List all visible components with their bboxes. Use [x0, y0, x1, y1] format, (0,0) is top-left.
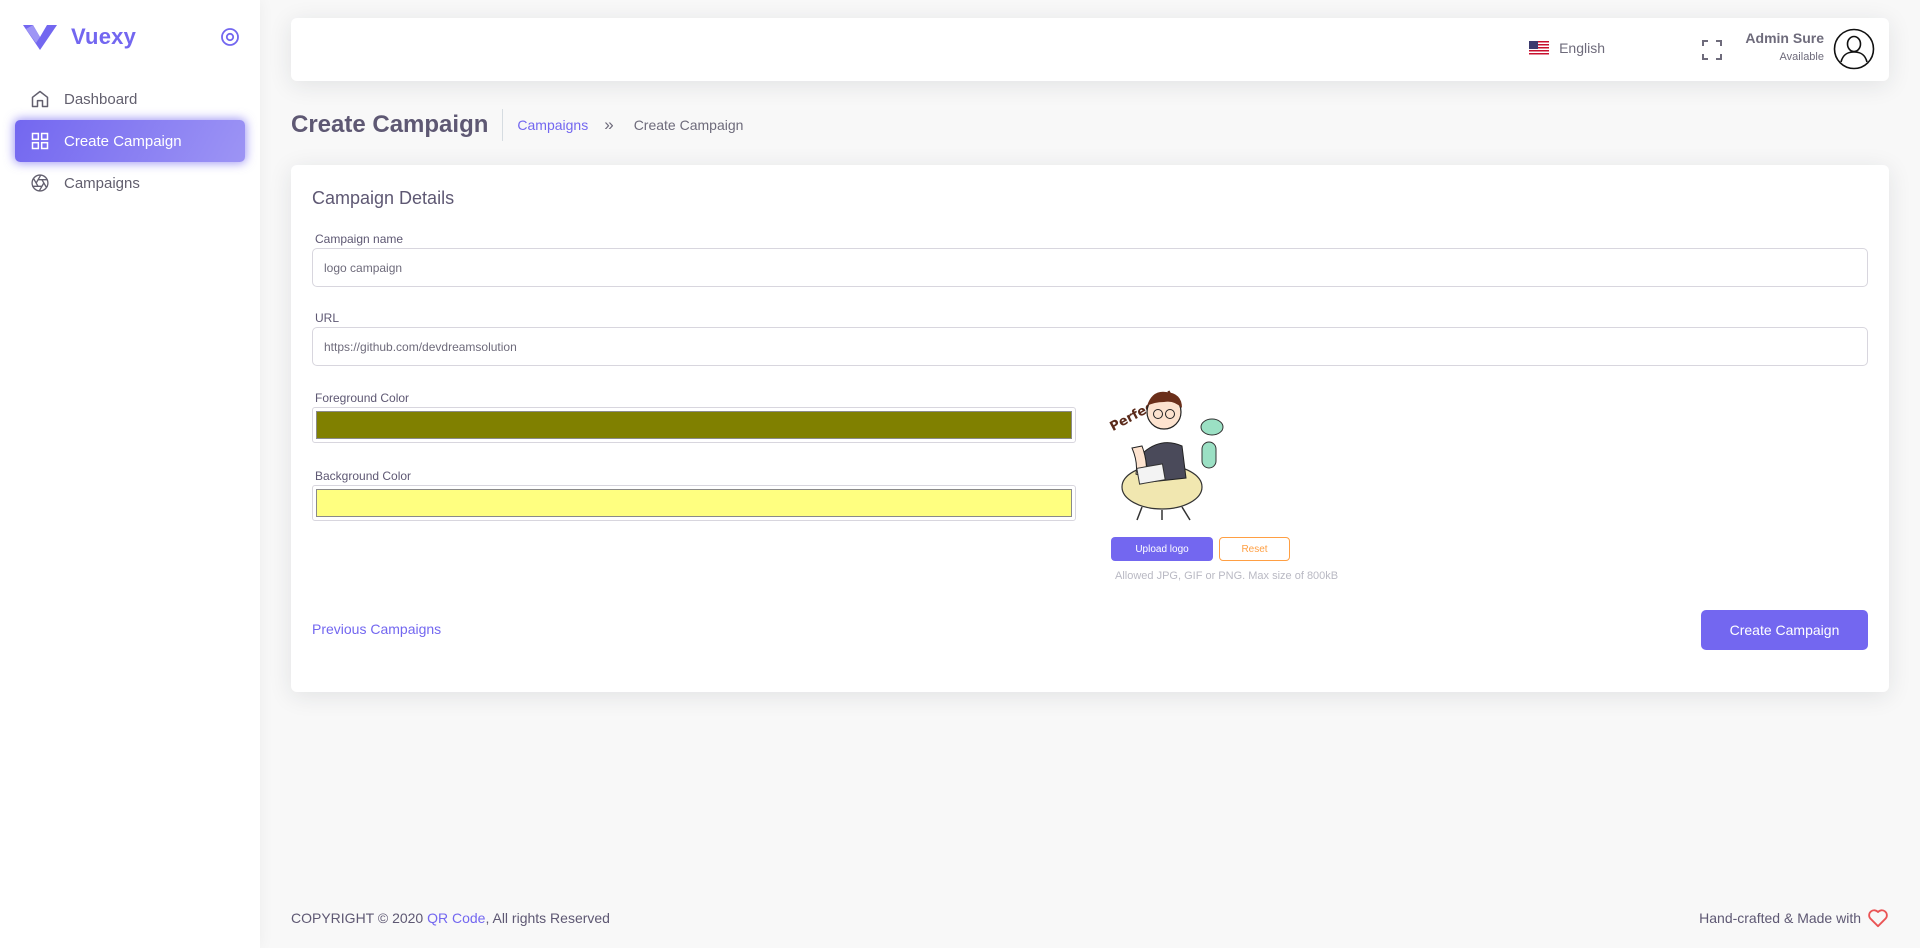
- background-color-label: Background Color: [315, 469, 412, 483]
- user-status: Available: [1779, 51, 1824, 63]
- copyright-suffix: , All rights Reserved: [485, 910, 610, 926]
- breadcrumb-separator: »: [604, 114, 614, 134]
- sidebar-nav: Dashboard Create Campaign Campaigns: [15, 78, 245, 204]
- foreground-color-swatch: [316, 411, 1072, 439]
- upload-logo-button[interactable]: Upload logo: [1111, 537, 1213, 561]
- footer: COPYRIGHT © 2020 QR Code, All rights Res…: [291, 908, 1889, 930]
- background-color-swatch: [316, 489, 1072, 517]
- url-label: URL: [315, 311, 340, 325]
- sidebar-item-label: Create Campaign: [64, 132, 182, 150]
- sidebar-item-campaigns[interactable]: Campaigns: [15, 162, 245, 204]
- us-flag-icon: [1529, 40, 1550, 56]
- sidebar: Vuexy Dashboard Create Campaign Campaign…: [0, 0, 260, 948]
- user-info[interactable]: Admin Sure Available: [1745, 30, 1824, 63]
- avatar[interactable]: [1833, 28, 1875, 70]
- brand-logo-icon: [23, 25, 57, 50]
- breadcrumb-campaigns-link[interactable]: Campaigns: [517, 117, 588, 133]
- foreground-color-label: Foreground Color: [315, 391, 410, 405]
- collapse-toggle-icon[interactable]: [220, 27, 240, 47]
- brand-name: Vuexy: [71, 24, 137, 49]
- grid-icon: [30, 131, 50, 151]
- aperture-icon: [30, 173, 50, 193]
- language-label: English: [1559, 40, 1605, 56]
- logo-preview-image: Perfect!!!: [1108, 388, 1224, 521]
- content-header: Create Campaign Campaigns » Create Campa…: [291, 107, 743, 142]
- language-dropdown[interactable]: English: [1529, 40, 1605, 56]
- campaign-details-card: Campaign Details Campaign name URL Foreg…: [291, 165, 1889, 692]
- user-name: Admin Sure: [1745, 30, 1824, 46]
- made-with: Hand-crafted & Made with: [1699, 908, 1889, 928]
- made-with-label: Hand-crafted & Made with: [1699, 910, 1861, 926]
- sidebar-item-label: Dashboard: [64, 90, 138, 108]
- top-navbar: English Admin Sure Available: [291, 18, 1889, 81]
- fullscreen-icon[interactable]: [1701, 39, 1723, 61]
- page-title: Create Campaign: [291, 108, 504, 141]
- previous-campaigns-link[interactable]: Previous Campaigns: [312, 621, 441, 637]
- background-color-picker[interactable]: [312, 485, 1076, 521]
- campaign-name-input[interactable]: [312, 248, 1868, 287]
- upload-hint: Allowed JPG, GIF or PNG. Max size of 800…: [1115, 570, 1339, 582]
- sidebar-item-dashboard[interactable]: Dashboard: [15, 78, 245, 120]
- campaign-name-label: Campaign name: [315, 232, 404, 246]
- home-icon: [30, 89, 50, 109]
- copyright: COPYRIGHT © 2020 QR Code, All rights Res…: [291, 910, 610, 926]
- breadcrumb-current: Create Campaign: [633, 116, 744, 133]
- create-campaign-button[interactable]: Create Campaign: [1701, 610, 1868, 650]
- foreground-color-picker[interactable]: [312, 407, 1076, 443]
- sidebar-item-label: Campaigns: [64, 174, 140, 192]
- url-input[interactable]: [312, 327, 1868, 366]
- copyright-prefix: COPYRIGHT © 2020: [291, 910, 428, 926]
- sidebar-item-create-campaign[interactable]: Create Campaign: [15, 120, 245, 162]
- reset-button[interactable]: Reset: [1219, 537, 1290, 561]
- card-title: Campaign Details: [312, 188, 455, 208]
- brand[interactable]: Vuexy: [22, 20, 136, 54]
- heart-icon: [1868, 909, 1888, 928]
- footer-brand-link[interactable]: QR Code: [427, 910, 485, 926]
